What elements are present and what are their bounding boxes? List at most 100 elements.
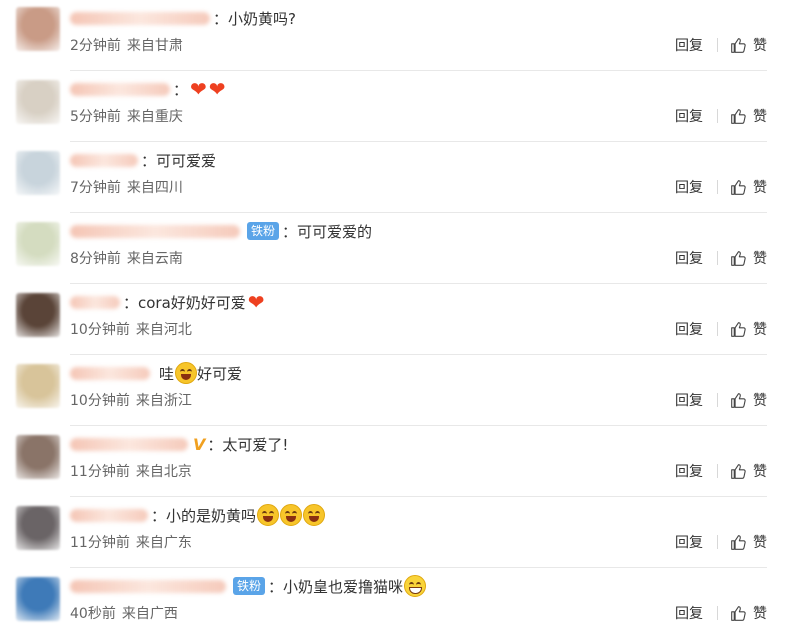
reply-button[interactable]: 回复: [675, 390, 703, 410]
username-blurred[interactable]: [70, 366, 150, 380]
like-button[interactable]: 赞: [730, 390, 767, 410]
like-button[interactable]: 赞: [730, 106, 767, 126]
avatar[interactable]: [16, 577, 60, 621]
avatar[interactable]: [16, 506, 60, 550]
comment-item: ：小的是奶黄吗 11分钟前 来自广东 回复 赞: [0, 497, 789, 568]
comment-text: ：cora好奶好可爱: [123, 293, 246, 312]
comment-meta: 2分钟前 来自甘肃: [70, 35, 183, 55]
avatar[interactable]: [16, 7, 60, 51]
comment-text: ：小的是奶黄吗: [151, 506, 257, 525]
like-label: 赞: [753, 109, 767, 125]
username-blurred[interactable]: [70, 11, 210, 25]
comment-content: ：可可爱爱: [70, 148, 216, 172]
reply-button[interactable]: 回复: [675, 319, 703, 339]
thumbs-up-icon: [731, 534, 746, 550]
comment-time: 10分钟前: [70, 393, 130, 409]
comment-content: ： ❤ ❤: [70, 77, 226, 101]
reply-button[interactable]: 回复: [675, 248, 703, 268]
comment-meta: 10分钟前 来自河北: [70, 319, 192, 339]
comment-actions: 回复 赞: [675, 319, 767, 339]
comment-meta: 5分钟前 来自重庆: [70, 106, 183, 126]
avatar[interactable]: [16, 151, 60, 195]
username-blurred[interactable]: [70, 224, 240, 238]
like-label: 赞: [753, 393, 767, 409]
comment-actions: 回复 赞: [675, 390, 767, 410]
comment-location: 来自重庆: [126, 109, 183, 125]
username-blurred[interactable]: [70, 153, 138, 167]
heart-icon: ❤: [247, 290, 265, 314]
comment-content: V ：太可爱了!: [70, 432, 288, 456]
comment-location: 来自云南: [126, 251, 183, 267]
comment-location: 来自甘肃: [126, 38, 183, 54]
heart-icon: ❤: [208, 77, 226, 101]
like-button[interactable]: 赞: [730, 248, 767, 268]
comment-content: 铁粉 ：可可爱爱的: [70, 219, 372, 243]
comment-meta: 8分钟前 来自云南: [70, 248, 183, 268]
reply-button[interactable]: 回复: [675, 106, 703, 126]
thumbs-up-icon: [731, 250, 746, 266]
comment-content: ：cora好奶好可爱 ❤: [70, 290, 265, 314]
thumbs-up-icon: [731, 392, 746, 408]
like-button[interactable]: 赞: [730, 35, 767, 55]
like-label: 赞: [753, 535, 767, 551]
avatar[interactable]: [16, 364, 60, 408]
reply-button[interactable]: 回复: [675, 461, 703, 481]
like-label: 赞: [753, 606, 767, 622]
fan-badge[interactable]: 铁粉: [247, 222, 280, 240]
action-divider: [717, 180, 718, 194]
avatar[interactable]: [16, 293, 60, 337]
laughing-emoji-icon: [257, 504, 280, 526]
comment-item: V ：太可爱了! 11分钟前 来自北京 回复 赞: [0, 426, 789, 497]
comment-text: ：小奶皇也爱撸猫咪: [268, 577, 404, 596]
action-divider: [717, 535, 718, 549]
comment-content: ：小奶黄吗?: [70, 6, 296, 30]
username-blurred[interactable]: [70, 295, 120, 309]
comment-text: ：: [173, 80, 189, 99]
comment-text: 哇: [159, 364, 175, 383]
comment-item: 哇 好可爱 10分钟前 来自浙江 回复 赞: [0, 355, 789, 426]
action-divider: [717, 322, 718, 336]
username-blurred[interactable]: [70, 437, 188, 451]
comment-item: 铁粉 ：可可爱爱的 8分钟前 来自云南 回复 赞: [0, 213, 789, 284]
comment-location: 来自广西: [121, 606, 178, 622]
comment-location: 来自浙江: [135, 393, 192, 409]
laughing-emoji-icon: [280, 504, 303, 526]
fan-badge[interactable]: 铁粉: [233, 577, 266, 595]
like-label: 赞: [753, 251, 767, 267]
like-label: 赞: [753, 38, 767, 54]
like-button[interactable]: 赞: [730, 319, 767, 339]
comment-time: 10分钟前: [70, 322, 130, 338]
action-divider: [717, 38, 718, 52]
username-blurred[interactable]: [70, 508, 148, 522]
like-label: 赞: [753, 180, 767, 196]
reply-button[interactable]: 回复: [675, 177, 703, 197]
comment-time: 5分钟前: [70, 109, 121, 125]
username-blurred[interactable]: [70, 82, 170, 96]
comment-item: 铁粉 ：小奶皇也爱撸猫咪 40秒前 来自广西 回复 赞: [0, 568, 789, 639]
reply-button[interactable]: 回复: [675, 532, 703, 552]
reply-button[interactable]: 回复: [675, 35, 703, 55]
laughing-emoji-icon: [175, 362, 198, 384]
action-divider: [717, 393, 718, 407]
comment-location: 来自四川: [126, 180, 183, 196]
comment-actions: 回复 赞: [675, 461, 767, 481]
like-label: 赞: [753, 464, 767, 480]
action-divider: [717, 464, 718, 478]
comment-text: ：太可爱了!: [207, 435, 289, 454]
comment-meta: 11分钟前 来自北京: [70, 461, 192, 481]
verified-v-icon[interactable]: V: [193, 435, 205, 454]
comment-meta: 10分钟前 来自浙江: [70, 390, 192, 410]
like-button[interactable]: 赞: [730, 532, 767, 552]
like-button[interactable]: 赞: [730, 603, 767, 623]
like-button[interactable]: 赞: [730, 461, 767, 481]
comment-actions: 回复 赞: [675, 603, 767, 623]
reply-button[interactable]: 回复: [675, 603, 703, 623]
username-blurred[interactable]: [70, 579, 226, 593]
comment-content: 铁粉 ：小奶皇也爱撸猫咪: [70, 574, 427, 598]
avatar[interactable]: [16, 435, 60, 479]
avatar[interactable]: [16, 222, 60, 266]
like-button[interactable]: 赞: [730, 177, 767, 197]
comment-meta: 40秒前 来自广西: [70, 603, 178, 623]
comment-item: ：cora好奶好可爱 ❤ 10分钟前 来自河北 回复 赞: [0, 284, 789, 355]
avatar[interactable]: [16, 80, 60, 124]
